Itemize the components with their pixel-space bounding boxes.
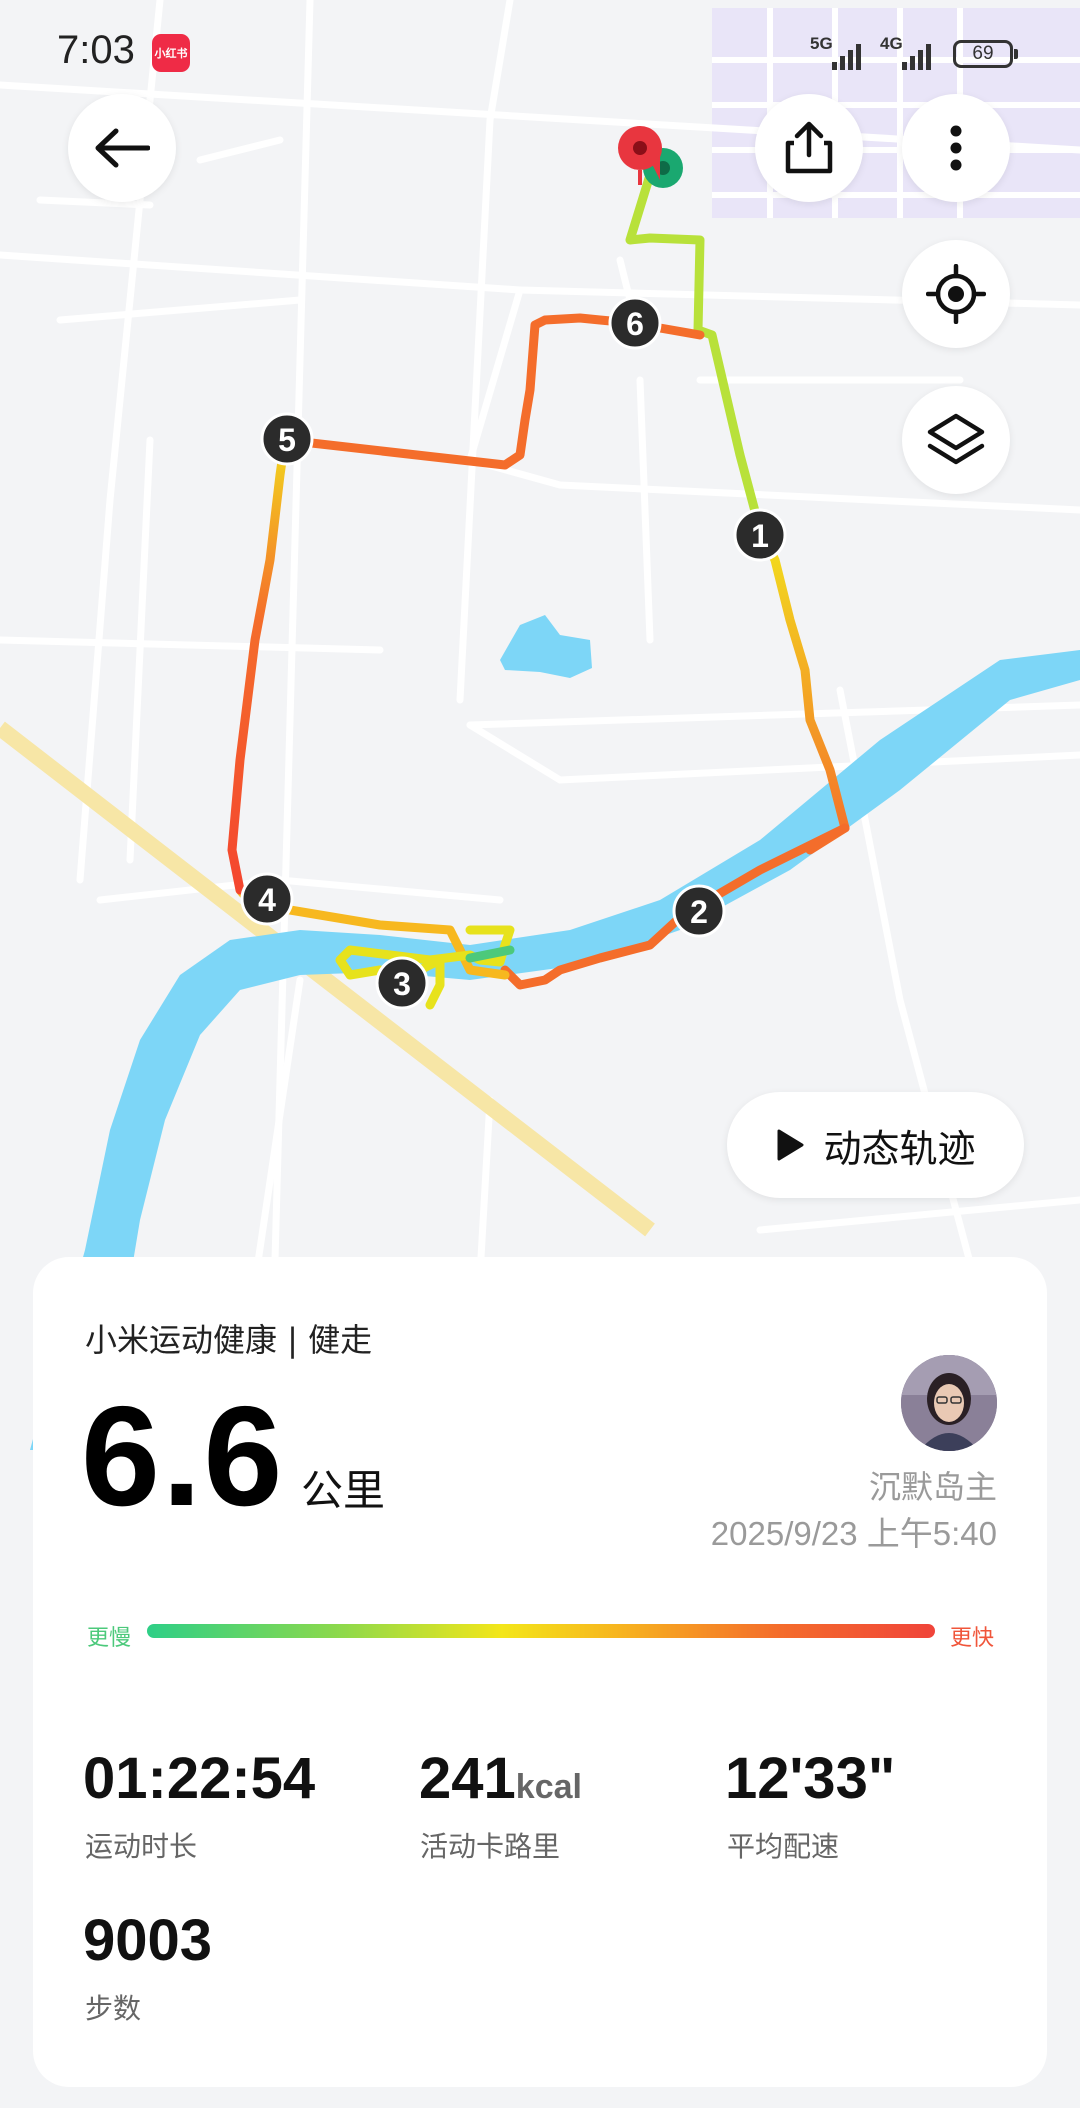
duration-value: 01:22:54 <box>83 1746 316 1811</box>
svg-text:6: 6 <box>626 306 644 342</box>
layers-icon <box>927 413 985 465</box>
locate-button[interactable] <box>902 240 1010 348</box>
workout-datetime: 2025/9/23 上午5:40 <box>710 1515 997 1552</box>
workout-detail-screen: 1 2 3 4 5 6 7:03 小红书 5G 4G 69 动态轨迹 小米运动健… <box>0 0 1080 2108</box>
share-button[interactable] <box>755 94 863 202</box>
svg-text:4: 4 <box>258 882 276 918</box>
steps-label: 步数 <box>85 1992 142 2025</box>
avatar[interactable] <box>901 1355 997 1451</box>
km-marker-2[interactable]: 2 <box>672 884 726 938</box>
username: 沉默岛主 <box>868 1468 997 1506</box>
location-target-icon <box>926 264 986 324</box>
svg-text:5: 5 <box>278 422 296 458</box>
calories-unit: kcal <box>515 1768 582 1806</box>
back-button[interactable] <box>68 94 176 202</box>
workout-summary-card: 小米运动健康 | 健走 6.6 公里 沉默岛主 2025/9/23 上午5:40… <box>33 1257 1047 2087</box>
app-workout-title: 小米运动健康 | 健走 <box>85 1321 373 1359</box>
svg-text:2: 2 <box>690 894 708 930</box>
steps-value: 9003 <box>83 1908 213 1973</box>
status-bar: 7:03 小红书 5G 4G 69 <box>0 0 1080 110</box>
average-pace-value: 12'33" <box>725 1746 896 1811</box>
play-icon <box>777 1129 804 1161</box>
map-layers-button[interactable] <box>902 386 1010 494</box>
km-marker-4[interactable]: 4 <box>240 872 294 926</box>
calories-label: 活动卡路里 <box>420 1830 561 1863</box>
calories-value: 241kcal <box>419 1747 582 1819</box>
more-vertical-icon <box>950 125 962 171</box>
km-marker-6[interactable]: 6 <box>608 296 662 350</box>
clock: 7:03 <box>57 28 135 72</box>
km-marker-1[interactable]: 1 <box>733 508 787 562</box>
map-canvas: 1 2 3 4 5 6 <box>0 0 1080 1450</box>
svg-text:1: 1 <box>751 518 769 554</box>
distance-unit: 公里 <box>301 1466 386 1515</box>
svg-text:3: 3 <box>393 966 411 1002</box>
pace-legend-fast: 更快 <box>949 1626 994 1651</box>
pace-gradient-bar <box>147 1624 935 1638</box>
km-marker-5[interactable]: 5 <box>260 412 314 466</box>
km-marker-3[interactable]: 3 <box>375 956 429 1010</box>
replay-label: 动态轨迹 <box>823 1126 976 1171</box>
arrow-left-icon <box>95 128 150 168</box>
pace-legend-slow: 更慢 <box>87 1626 132 1651</box>
distance-value: 6.6 <box>81 1377 285 1536</box>
signal-4g-icon: 4G <box>880 34 950 70</box>
share-icon <box>785 121 833 174</box>
calories-number: 241 <box>419 1746 516 1811</box>
xiaohongshu-notification-icon: 小红书 <box>152 34 190 72</box>
more-options-button[interactable] <box>902 94 1010 202</box>
dynamic-track-replay-button[interactable]: 动态轨迹 <box>727 1092 1024 1198</box>
battery-icon: 69 <box>953 40 1018 68</box>
duration-label: 运动时长 <box>85 1830 198 1863</box>
route-map[interactable]: 1 2 3 4 5 6 <box>0 0 1080 1450</box>
signal-5g-icon: 5G <box>810 34 880 70</box>
average-pace-label: 平均配速 <box>727 1830 840 1863</box>
